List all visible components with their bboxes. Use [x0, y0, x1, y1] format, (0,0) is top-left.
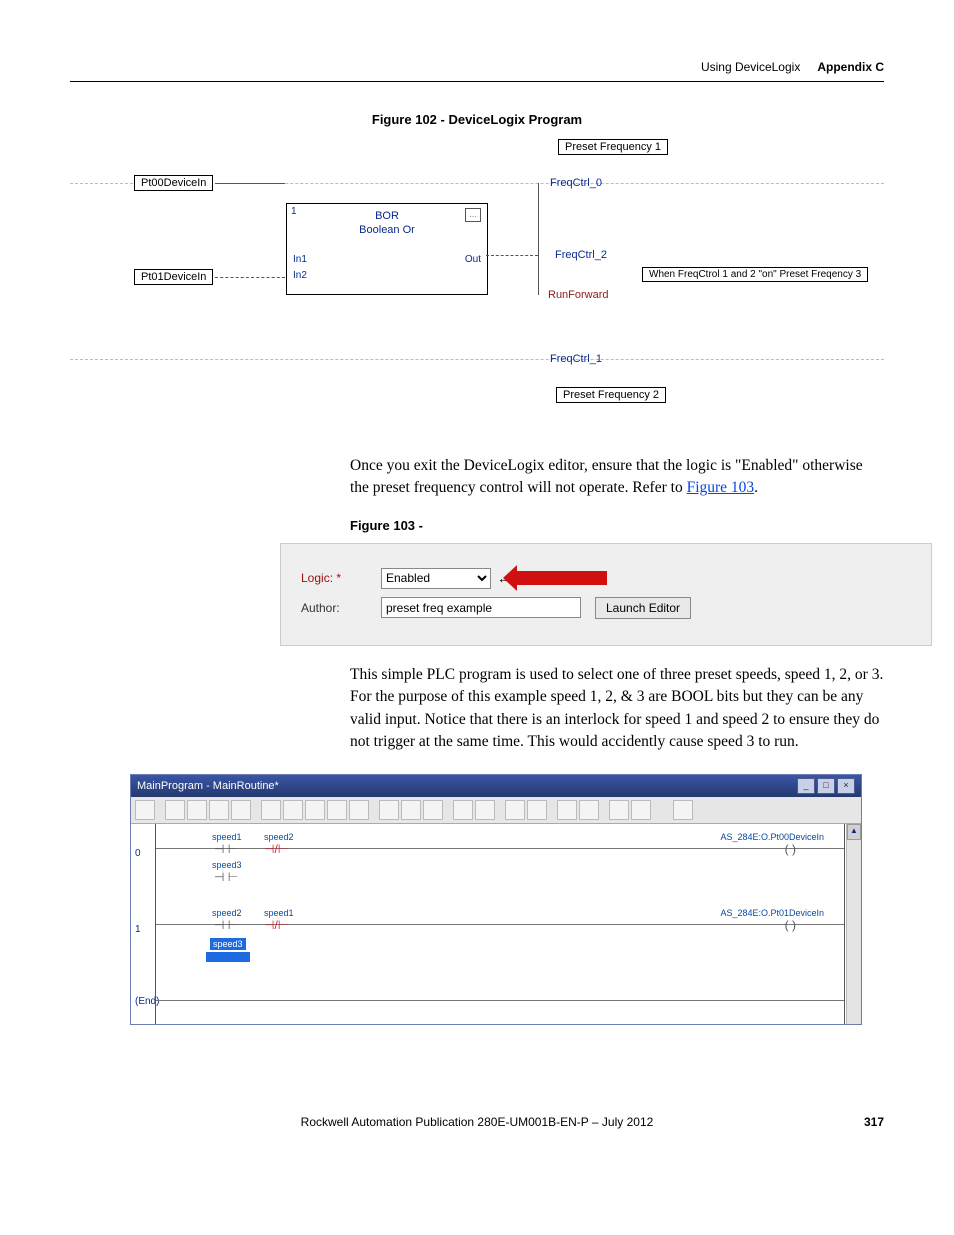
- toolbar-button[interactable]: [631, 800, 651, 820]
- bor-block: 1 BOR Boolean Or In1 In2 Out …: [286, 203, 488, 295]
- close-button[interactable]: ×: [837, 778, 855, 794]
- ladder-toolbar: [131, 797, 861, 824]
- vertical-scrollbar[interactable]: ▲: [846, 824, 861, 1024]
- freqctrl-1-tag: FreqCtrl_1: [550, 353, 602, 365]
- bor-out: Out: [465, 254, 481, 265]
- toolbar-button[interactable]: [165, 800, 185, 820]
- para1-b: .: [754, 479, 758, 496]
- toolbar-button[interactable]: [261, 800, 281, 820]
- figure-102-caption: Figure 102 - DeviceLogix Program: [233, 112, 721, 127]
- rung0-output: AS_284E:O.Pt00DeviceIn: [720, 832, 824, 842]
- ladder-body: 0 1 (End) speed1 ⊣ ⊢ speed2 ⊣/⊢ speed3 ⊣…: [131, 824, 861, 1024]
- rung1-speed3-selected[interactable]: speed3: [210, 938, 246, 950]
- author-input[interactable]: [381, 597, 581, 618]
- scroll-up-button[interactable]: ▲: [847, 824, 861, 840]
- toolbar-button[interactable]: [401, 800, 421, 820]
- rung-0-number: 0: [135, 848, 141, 859]
- pt00devicein-tag: Pt00DeviceIn: [134, 175, 213, 191]
- toolbar-button[interactable]: [673, 800, 693, 820]
- toolbar-button[interactable]: [505, 800, 525, 820]
- launch-editor-button[interactable]: Launch Editor: [595, 597, 691, 619]
- contact-not-icon: ⊣/⊢: [264, 842, 288, 856]
- red-arrow-annotation: [517, 571, 607, 585]
- toolbar-button[interactable]: [231, 800, 251, 820]
- bor-index: 1: [291, 206, 297, 217]
- rung1-speed2: speed2: [212, 908, 242, 918]
- contact-icon: ⊣ ⊢: [214, 918, 238, 932]
- page-footer: Rockwell Automation Publication 280E-UM0…: [70, 1115, 884, 1129]
- contact-icon: ⊣ ⊢: [214, 842, 238, 856]
- header-appendix: Appendix C: [817, 60, 884, 74]
- rung0-speed2: speed2: [264, 832, 294, 842]
- contact-icon: ⊣ ⊢: [214, 870, 238, 884]
- freq3-note: When FreqCtrol 1 and 2 "on" Preset Freqe…: [642, 267, 868, 282]
- rung1-output: AS_284E:O.Pt01DeviceIn: [720, 908, 824, 918]
- preset-freq-2-label: Preset Frequency 2: [556, 387, 666, 403]
- freqctrl-0-tag: FreqCtrl_0: [550, 177, 602, 189]
- rung-1-number: 1: [135, 924, 141, 935]
- toolbar-button[interactable]: [475, 800, 495, 820]
- rung0-speed3: speed3: [212, 860, 242, 870]
- bor-in2: In2: [293, 270, 307, 281]
- page-header: Using DeviceLogix Appendix C: [70, 60, 884, 75]
- figure-103-link[interactable]: Figure 103: [687, 479, 755, 496]
- ladder-titlebar: MainProgram - MainRoutine* _ □ ×: [131, 775, 861, 797]
- ladder-editor-window: MainProgram - MainRoutine* _ □ ×: [130, 774, 862, 1025]
- footer-publication: Rockwell Automation Publication 280E-UM0…: [301, 1115, 654, 1129]
- toolbar-button[interactable]: [135, 800, 155, 820]
- bor-title: BOR: [287, 204, 487, 222]
- rung0-speed1: speed1: [212, 832, 242, 842]
- pt01devicein-tag: Pt01DeviceIn: [134, 269, 213, 285]
- runforward-tag: RunForward: [548, 289, 609, 301]
- ladder-title: MainProgram - MainRoutine*: [137, 780, 279, 792]
- toolbar-button[interactable]: [327, 800, 347, 820]
- toolbar-button[interactable]: [305, 800, 325, 820]
- logic-label: Logic: *: [301, 571, 381, 585]
- paragraph-2: This simple PLC program is used to selec…: [350, 664, 884, 754]
- toolbar-button[interactable]: [283, 800, 303, 820]
- rung1-speed1: speed1: [264, 908, 294, 918]
- toolbar-button[interactable]: [187, 800, 207, 820]
- author-label: Author:: [301, 601, 381, 615]
- toolbar-button[interactable]: [349, 800, 369, 820]
- toolbar-button[interactable]: [609, 800, 629, 820]
- header-rule: [70, 81, 884, 82]
- contact-not-icon: ⊣/⊢: [264, 918, 288, 932]
- coil-icon: ( ): [785, 842, 796, 856]
- toolbar-button[interactable]: [453, 800, 473, 820]
- logic-dropdown[interactable]: Enabled: [381, 568, 491, 589]
- toolbar-button[interactable]: [557, 800, 577, 820]
- toolbar-button[interactable]: [527, 800, 547, 820]
- footer-page-number: 317: [864, 1115, 884, 1129]
- toolbar-button[interactable]: [209, 800, 229, 820]
- paragraph-1: Once you exit the DeviceLogix editor, en…: [350, 455, 884, 500]
- toolbar-button[interactable]: [423, 800, 443, 820]
- maximize-button[interactable]: □: [817, 778, 835, 794]
- bor-subtitle: Boolean Or: [287, 224, 487, 236]
- figure-103-panel: Logic: * Enabled ← Author: Launch Editor: [280, 543, 932, 646]
- bor-in1: In1: [293, 254, 307, 265]
- minimize-button[interactable]: _: [797, 778, 815, 794]
- toolbar-button[interactable]: [579, 800, 599, 820]
- coil-icon: ( ): [785, 918, 796, 932]
- freqctrl-2-tag: FreqCtrl_2: [555, 249, 607, 261]
- preset-freq-1-label: Preset Frequency 1: [558, 139, 668, 155]
- header-section: Using DeviceLogix: [701, 60, 800, 74]
- toolbar-button[interactable]: [379, 800, 399, 820]
- figure-103-caption: Figure 103 -: [350, 518, 884, 533]
- figure-102-diagram: Preset Frequency 1 FreqCtrl_0 Pt00Device…: [70, 137, 884, 437]
- para1-a: Once you exit the DeviceLogix editor, en…: [350, 457, 863, 496]
